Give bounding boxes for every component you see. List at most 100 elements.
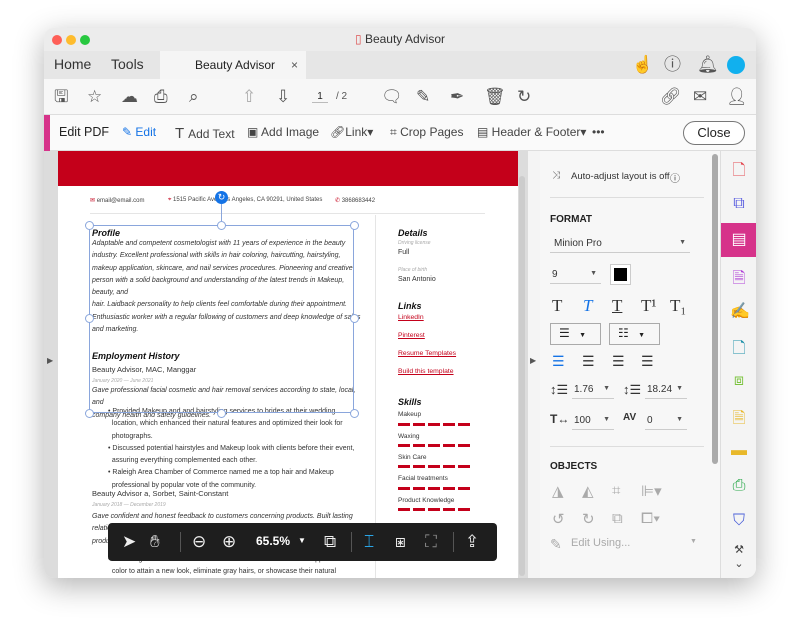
maximize-window-button[interactable] [80,35,90,45]
underline-text-icon[interactable]: T [612,296,622,316]
print-icon[interactable]: ⎙ [154,88,168,106]
zoom-in-icon[interactable]: ⊕ [222,532,236,552]
add-text-button[interactable]: T Add Text [175,125,235,142]
add-image-button[interactable]: ▣ Add Image [247,125,319,139]
crop-image-icon[interactable]: ⌗ [612,482,620,499]
page-down-icon[interactable]: ⇩ [276,88,290,106]
zoom-level[interactable]: 65.5% [256,534,290,548]
tab-tools[interactable]: Tools [111,56,144,72]
replace-image-icon[interactable]: ⧉ [612,510,623,527]
resize-handle[interactable] [85,221,94,230]
close-window-button[interactable] [52,35,62,45]
send-for-signature-icon[interactable]: 🗋 [730,337,748,364]
bell-icon[interactable]: 🔔︎ [697,56,719,74]
share-feedback-icon[interactable]: ☝ [632,56,653,74]
edit-using-dropdown[interactable]: Edit Using... [571,537,630,549]
resize-handle[interactable] [350,314,359,323]
paragraph-spacing-dropdown[interactable]: 18.24 ▼ [645,383,687,399]
collapse-panel-icon[interactable]: ▶ [530,356,536,365]
resize-handle[interactable] [217,409,226,418]
resize-handle[interactable] [217,221,226,230]
header-footer-button[interactable]: ▤ Header & Footer▾ [477,125,586,139]
fit-page-icon[interactable]: ⧆ [395,532,406,552]
close-tab-icon[interactable]: × [291,51,298,79]
customize-tools-icon[interactable]: ⚒ [730,543,748,556]
select-tool-icon[interactable]: ➤ [122,532,136,552]
zoom-out-icon[interactable]: ⊖ [192,532,206,552]
justify-icon[interactable]: ☰ [641,353,654,370]
zoom-dropdown-icon[interactable]: ▼ [298,536,306,545]
rotate-icon[interactable]: ↻ [517,88,531,106]
edit-button[interactable]: ✎ Edit [122,125,156,139]
rotate-handle-icon[interactable]: ↻ [215,191,228,204]
highlight-pen-icon[interactable]: ✎ [416,88,430,106]
delete-trash-icon[interactable]: 🗑︎ [484,88,506,106]
bullet-list-dropdown[interactable]: ☰ ▼ [550,323,601,345]
upload-cloud-icon[interactable]: ☁ [121,88,138,106]
auto-adjust-text[interactable]: Auto-adjust layout is off [571,171,670,182]
resize-handle[interactable] [350,221,359,230]
comment-pdf-icon[interactable]: 🗎 [730,407,748,434]
add-user-icon[interactable]: 👤︎ [726,88,748,106]
horizontal-scale-dropdown[interactable]: 100 ▼ [572,414,614,430]
read-mode-upload-icon[interactable]: ⇪ [465,532,479,552]
link-pinterest[interactable]: Pinterest [398,332,425,339]
page-display-icon[interactable]: ⧉ [324,532,336,552]
pdf-page[interactable]: ✉ email@email.com ⌖ 1515 Pacific Ave, Lo… [58,151,518,578]
help-icon[interactable]: ⓘ [664,56,681,74]
avatar[interactable] [727,56,745,74]
organize-pages-icon[interactable]: ⧈ [730,372,748,390]
align-objects-icon[interactable]: ⊫▾ [641,482,662,500]
document-scrollbar[interactable] [519,176,525,576]
expand-left-icon[interactable]: ▶ [47,356,53,365]
text-selection-box[interactable] [89,225,354,413]
resize-handle[interactable] [350,409,359,418]
export-pdf-icon[interactable]: 🗎 [730,267,748,294]
italic-text-icon[interactable]: T [583,296,592,316]
share-link-icon[interactable]: 🔗︎ [660,88,682,106]
tab-home[interactable]: Home [54,56,91,72]
minimize-window-button[interactable] [66,35,76,45]
edit-pdf-tool-icon[interactable]: ▤ [721,223,756,257]
chevron-down-icon[interactable]: ⌄ [730,557,748,570]
align-left-icon[interactable]: ☰ [552,353,565,370]
arrange-icon[interactable]: ⧠▾ [641,510,660,527]
font-color-swatch[interactable] [610,264,631,285]
comment-icon[interactable]: ▬ [730,442,748,460]
link-resume-templates[interactable]: Resume Templates [398,350,456,357]
link-build-template[interactable]: Build this template [398,368,454,375]
sign-pen-icon[interactable]: ✒ [450,88,464,106]
flip-horizontal-icon[interactable]: ◭ [582,482,594,500]
print-production-icon[interactable]: ⎙ [730,477,748,495]
info-icon[interactable]: ⓘ [670,170,680,185]
flip-vertical-icon[interactable]: ◮ [552,482,564,500]
tab-document[interactable]: Beauty Advisor × [160,51,306,79]
create-pdf-icon[interactable]: 🗋 [730,159,748,186]
font-size-dropdown[interactable]: 9 ▼ [550,268,601,284]
rotate-right-icon[interactable]: ↻ [582,510,595,528]
crop-pages-button[interactable]: ⌗ Crop Pages [390,125,463,140]
protect-shield-icon[interactable]: ⛉ [730,512,748,530]
bookmark-star-icon[interactable]: ☆ [87,88,102,106]
align-right-icon[interactable]: ☰ [612,353,625,370]
panel-scrollbar[interactable] [712,154,718,464]
fill-sign-icon[interactable]: ✍ [730,301,750,321]
fit-width-icon[interactable]: ⌶ [364,532,374,552]
link-button[interactable]: 🔗︎Link▾ [330,125,373,139]
save-icon[interactable]: 🖫 [54,88,68,106]
rotate-left-icon[interactable]: ↺ [552,510,565,528]
resize-handle[interactable] [85,409,94,418]
superscript-icon[interactable]: T¹ [641,296,656,316]
tracking-dropdown[interactable]: 0 ▼ [645,414,687,430]
close-edit-button[interactable]: Close [683,121,745,145]
resize-handle[interactable] [85,314,94,323]
font-family-dropdown[interactable]: Minion Pro ▼ [550,237,690,253]
align-center-icon[interactable]: ☰ [582,353,595,370]
comment-icon[interactable]: 🗨︎ [381,88,403,106]
full-screen-icon[interactable]: ⛶ [425,532,437,552]
hand-tool-icon[interactable]: ✋︎ [150,532,160,552]
email-icon[interactable]: ✉ [693,88,707,106]
page-number-input[interactable]: 1 [312,91,328,103]
line-spacing-dropdown[interactable]: 1.76 ▼ [572,383,614,399]
page-up-icon[interactable]: ⇧ [242,88,256,106]
